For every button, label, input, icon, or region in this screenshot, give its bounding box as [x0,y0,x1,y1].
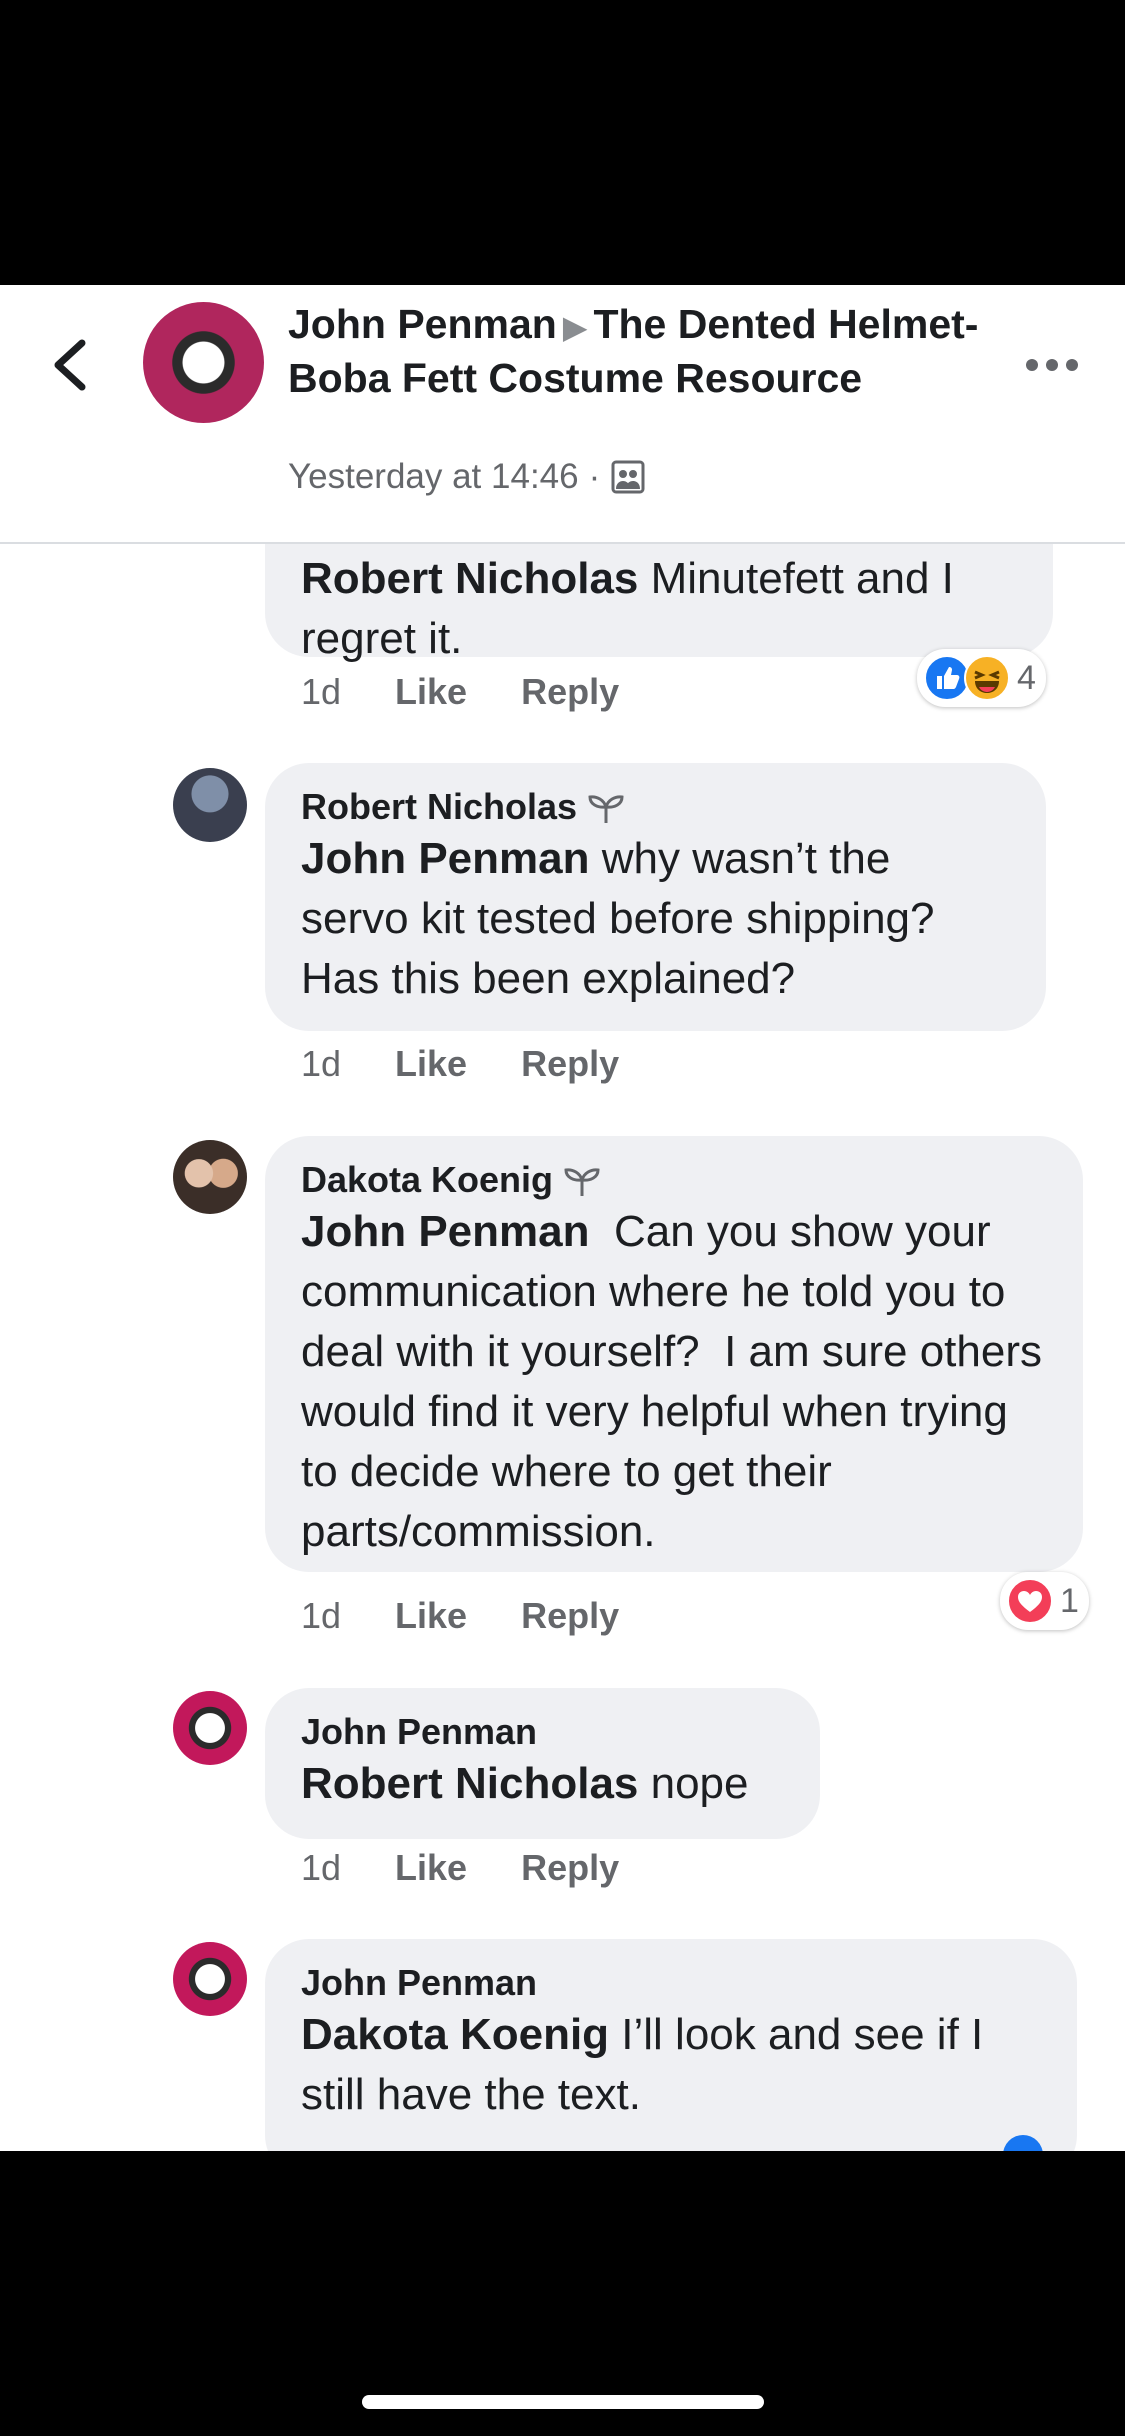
comment-actions: 1d Like Reply [301,1847,673,1889]
like-button[interactable]: Like [395,1847,467,1889]
author-avatar[interactable] [143,302,264,423]
avatar[interactable] [173,768,247,842]
like-button[interactable]: Like [395,1043,467,1085]
mention-link[interactable]: Robert Nicholas [301,554,638,603]
comment-author[interactable]: John Penman [301,1961,1041,2005]
like-button[interactable]: Like [395,671,467,713]
comment-author[interactable]: Dakota Koenig [301,1158,1047,1202]
post-meta: Yesterday at 14:46 · [288,457,646,497]
reaction-summary[interactable]: 4 [917,649,1046,707]
comment-bubble[interactable]: John Penman Dakota Koenig I’ll look and … [265,1939,1077,2151]
comment-author[interactable]: John Penman [301,1710,784,1754]
comment-author[interactable]: Robert Nicholas [301,785,1010,829]
love-reaction-icon [1007,1578,1053,1624]
mention-link[interactable]: John Penman [301,1207,590,1256]
group-icon [611,460,645,494]
comment-actions: 1d Like Reply [301,1595,673,1637]
reaction-summary[interactable]: 1 [1000,1572,1089,1630]
haha-reaction-icon [964,655,1010,701]
post-header: John Penman ▶ The Dented Helmet-Boba Fett … [0,285,1125,544]
comment-text: John Penman Can you show your communicat… [301,1207,1055,1556]
comment-bubble[interactable]: John Penman Robert Nicholas nope [265,1688,820,1839]
like-button[interactable]: Like [395,1595,467,1637]
post-title: John Penman ▶ The Dented Helmet-Boba Fett … [288,299,988,404]
reaction-count: 4 [1017,658,1036,697]
comment-text: John Penman why wasn’t the servo kit tes… [301,834,935,1003]
avatar[interactable] [173,1942,247,2016]
comment-time: 1d [301,671,342,712]
comment-bubble[interactable]: Dakota Koenig John Penman Can you show y… [265,1136,1083,1572]
screen: Robert Nicholas Minutefett and I regret … [0,285,1125,2151]
reply-button[interactable]: Reply [521,1043,619,1085]
chevron-left-icon[interactable] [48,335,92,395]
comment-bubble[interactable]: Robert Nicholas John Penman why wasn’t t… [265,763,1046,1031]
author-name[interactable]: John Penman [288,301,557,347]
comment-actions: 1d Like Reply [301,1043,673,1085]
post-timestamp[interactable]: Yesterday at 14:46 [288,457,579,497]
reaction-count: 1 [1060,1581,1079,1620]
more-dots-icon[interactable] [1026,353,1078,377]
comment-text: Robert Nicholas Minutefett and I regret … [301,554,954,663]
comment-time: 1d [301,1595,342,1636]
mention-link[interactable]: Dakota Koenig [301,2010,609,2059]
mention-link[interactable]: John Penman [301,834,590,883]
home-indicator[interactable] [362,2395,764,2409]
separator: · [588,457,601,496]
avatar[interactable] [173,1691,247,1765]
mention-link[interactable]: Robert Nicholas [301,1759,638,1808]
reply-button[interactable]: Reply [521,1847,619,1889]
comment-time: 1d [301,1847,342,1888]
comment-text: Robert Nicholas nope [301,1759,749,1808]
arrow-right-icon: ▶ [562,309,588,345]
comment-actions: 1d Like Reply [301,671,673,713]
sprout-icon [588,795,624,823]
comment-time: 1d [301,1043,342,1084]
reply-button[interactable]: Reply [521,671,619,713]
sprout-icon [564,1168,600,1196]
reply-button[interactable]: Reply [521,1595,619,1637]
avatar[interactable] [173,1140,247,1214]
comment-text: Dakota Koenig I’ll look and see if I sti… [301,2010,984,2119]
